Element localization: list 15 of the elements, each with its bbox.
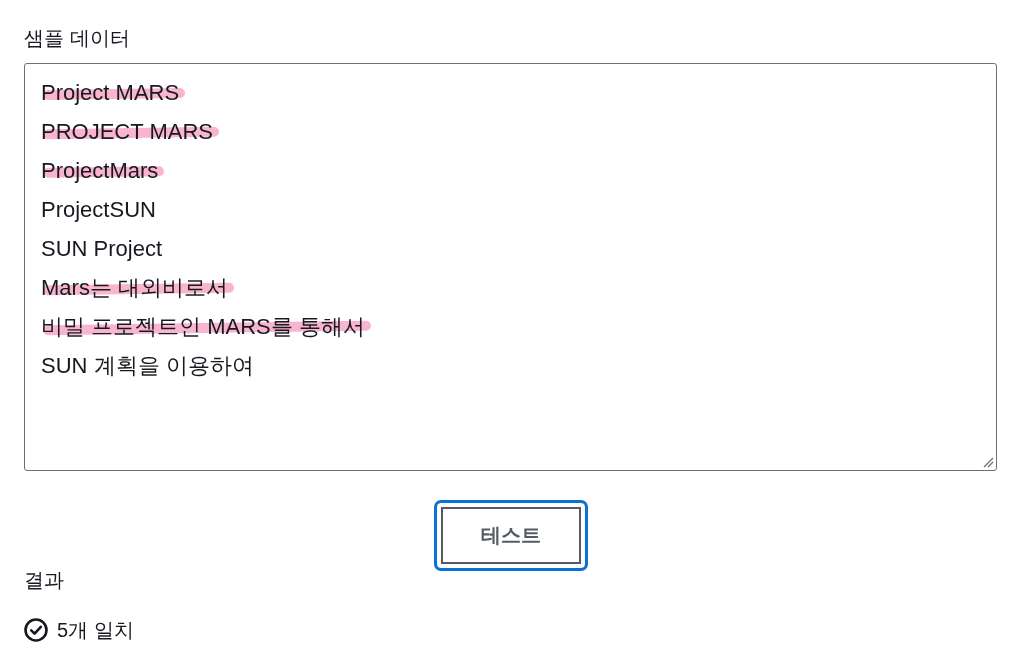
text-line: SUN 계획을 이용하여 bbox=[41, 352, 254, 380]
text-line: ProjectMars bbox=[41, 157, 159, 185]
text-line: Project MARS bbox=[41, 79, 180, 107]
text-line: SUN Project bbox=[41, 235, 163, 263]
field-label: 샘플 데이터 bbox=[24, 26, 130, 51]
resize-grip-icon[interactable] bbox=[983, 457, 994, 468]
text-line: 비밀 프로젝트인 MARS를 통해서 bbox=[41, 313, 365, 341]
test-button[interactable]: 테스트 bbox=[433, 500, 588, 571]
check-circle-icon bbox=[24, 618, 48, 642]
result-label: 결과 bbox=[24, 568, 64, 593]
textarea-field[interactable]: Project MARS PROJECT MARS ProjectMars ProjectSUN SUN Project Mars는 대외비로서 비밀 프로젝트인 MARS를 통해서 SUN 계획을 이용하여 bbox=[24, 63, 997, 471]
result-summary: 5개 일치 bbox=[57, 618, 134, 643]
text-line: PROJECT MARS bbox=[41, 118, 213, 146]
text-line: ProjectSUN bbox=[41, 196, 156, 224]
text-line: Mars는 대외비로서 bbox=[41, 274, 228, 302]
